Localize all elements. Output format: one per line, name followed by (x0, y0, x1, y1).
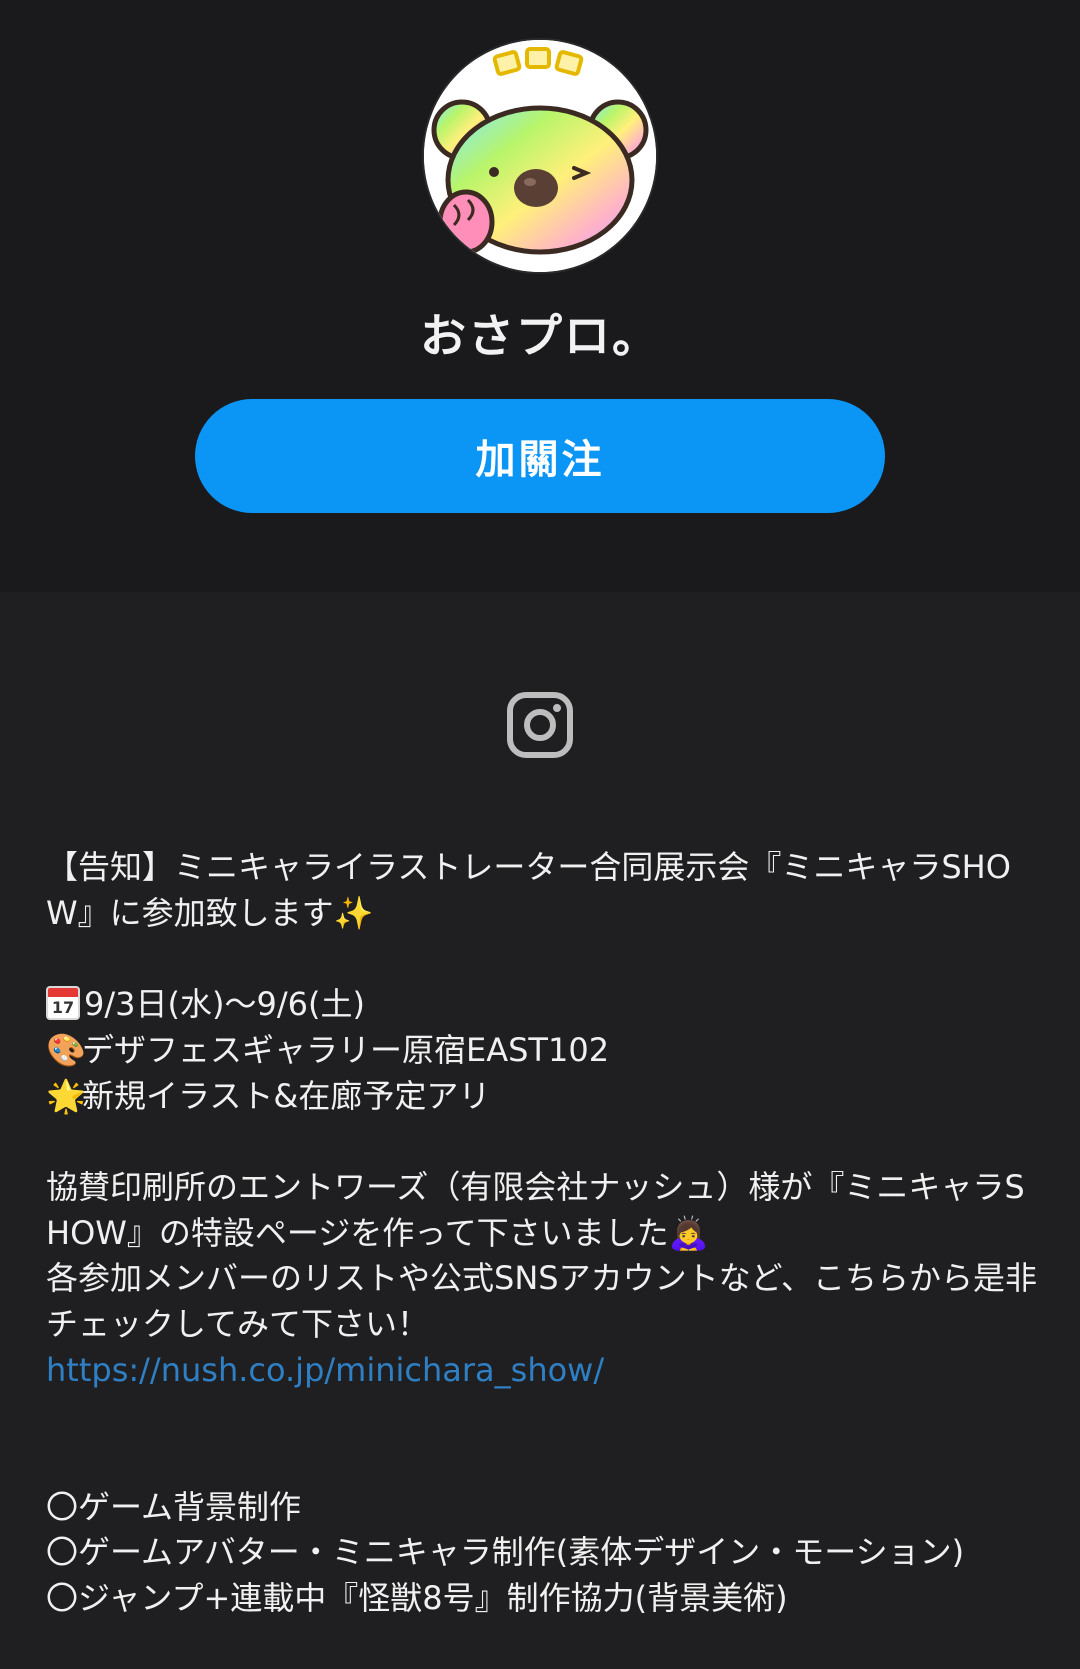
avatar[interactable] (424, 40, 656, 272)
bio-work-item: 〇ゲームアバター・ミニキャラ制作(素体デザイン・モーション) (46, 1533, 965, 1572)
profile-name: おさプロ。 (420, 309, 660, 363)
bio-members: 各参加メンバーのリストや公式SNSアカウントなど、こちらから是非チェックしてみて… (46, 1259, 1037, 1343)
bio-date: 9/3日(水)〜9/6(土) (84, 985, 365, 1024)
profile-header: おさプロ。 加關注 (0, 0, 1080, 592)
follow-button[interactable]: 加關注 (195, 399, 885, 513)
bio-sponsor: 協賛印刷所のエントワーズ（有限会社ナッシュ）様が『ミニキャラSHOW』の特設ペー… (46, 1167, 1025, 1252)
bio-blank-line (46, 936, 1046, 982)
bio-announcement: 【告知】ミニキャライラストレーター合同展示会『ミニキャラSHOW』に参加致します… (46, 848, 1011, 932)
bio-new: 新規イラスト&在廊予定アリ (82, 1076, 491, 1115)
bio-work-item: 〇ゲーム背景制作 (46, 1487, 302, 1526)
instagram-icon (507, 692, 573, 758)
bio-new-line: 🌟新規イラスト&在廊予定アリ (46, 1074, 1046, 1120)
palette-emoji-icon: 🎨 (46, 1030, 86, 1069)
calendar-emoji-icon: 17 (46, 986, 80, 1021)
bio-venue-line: 🎨デザフェスギャラリー原宿EAST102 (46, 1028, 1046, 1074)
bio-date-line: 17 9/3日(水)〜9/6(土) (46, 982, 1046, 1028)
bio-blank-line (46, 1119, 1046, 1165)
bio-venue: デザフェスギャラリー原宿EAST102 (82, 1030, 610, 1069)
star-emoji-icon: 🌟 (46, 1076, 86, 1115)
bio-link[interactable]: https://nush.co.jp/minichara_show/ (46, 1351, 604, 1389)
bio-work-item: 〇ジャンプ+連載中『怪獣8号』制作協力(背景美術) (46, 1579, 788, 1618)
bio-text: 【告知】ミニキャライラストレーター合同展示会『ミニキャラSHOW』に参加致します… (46, 845, 1046, 1622)
instagram-link[interactable] (505, 690, 575, 760)
bio-blank-line (46, 1439, 1046, 1485)
koala-avatar-icon (424, 40, 656, 272)
bio-blank-line (46, 1393, 1046, 1439)
